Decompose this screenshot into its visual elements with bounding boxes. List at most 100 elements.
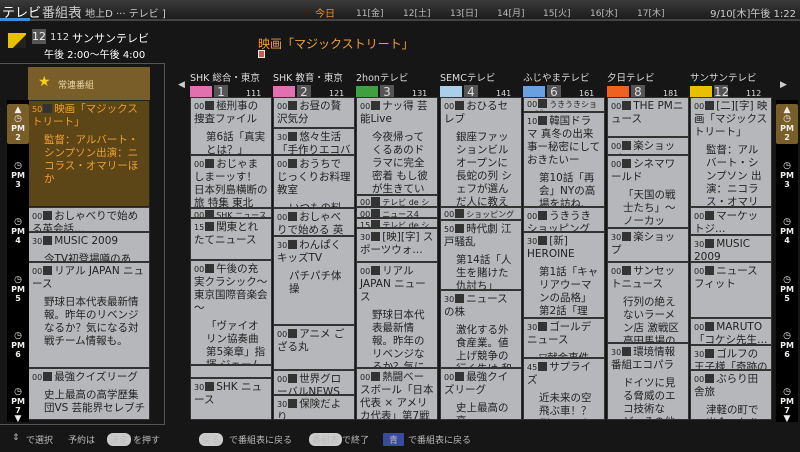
program-cell[interactable]: 00うきうきショッピ… (523, 97, 605, 112)
program-cell[interactable]: 00 熱闘ベースボール「日本代表 × アメリカ代表」第7戦 (356, 368, 438, 420)
program-cell[interactable]: 00 MARUTO「コケシ先生… (690, 318, 772, 345)
channel-name: サンサンテレビ (72, 32, 149, 45)
program-cell[interactable]: 00 アニメ ござる丸 (273, 325, 355, 370)
day-tab[interactable]: 11[金] (356, 6, 383, 19)
program-title: アニメ ござる丸 (277, 328, 345, 353)
program-cell[interactable]: 00シネマワールド「天国の戦士たち」～ノーカット… (607, 155, 689, 228)
channel-name[interactable]: ふじやまテレビ (523, 70, 590, 84)
program-cell[interactable]: 30 SHK ニュース (190, 378, 272, 420)
program-title: SHK ニュース (216, 211, 267, 218)
program-cell[interactable]: 00おうちでじっくりお料理教室いつもの料理… (273, 155, 355, 208)
program-cell[interactable]: 00 お昼の贅沢気分 (273, 97, 355, 128)
day-tab[interactable]: 17[木] (637, 6, 664, 19)
program-cell[interactable]: 30 [映][字] スポーツウォ… (356, 228, 438, 262)
start-minute: 00 (360, 210, 371, 218)
channel-name[interactable]: SHK 総合・東京 (190, 70, 260, 84)
program-description: 銀座ファッションビルオープンに長蛇の列 シェフが選んだ人に教えたくない店ベスト1… (456, 131, 512, 207)
program-cell[interactable]: 30ゴールデニュース▽献金事件の… (523, 318, 605, 358)
program-cell[interactable]: 00ナッ得 芸能Live 今夜帰ってくるあのドラマに完全密着 もし彼が生きていたら… (356, 97, 438, 195)
genre-icon (622, 266, 632, 275)
program-cell[interactable]: 00テレビ de ショッピ… (356, 195, 438, 207)
genre-icon (288, 374, 298, 383)
program-cell[interactable]: 00 SHK ニュース (190, 208, 272, 218)
program-cell[interactable]: 30 MUSIC 2009 今TV初登場噂のあの… (28, 232, 150, 262)
day-tab[interactable]: 13[日] (450, 6, 477, 19)
clock-icon: ◷ (14, 114, 22, 124)
program-cell[interactable]: 00 おしゃべりで始める英会話… (28, 207, 150, 232)
program-cell[interactable]: 00最強クイズリーグ史上最高の高… (440, 368, 522, 420)
program-cell[interactable]: 00サンセットニュース行列の絶えないラーメン店 激戦区高田馬場の名店に密着… (607, 262, 689, 343)
start-minute: 30 (694, 350, 705, 359)
program-cell[interactable]: 00ショッピング Life (440, 207, 522, 220)
program-cell[interactable]: 00 最強クイズリーグ史上最高の高学歴集団VS 芸能界セレブチー… (28, 368, 150, 420)
scroll-right-arrow-icon[interactable]: ▶ (780, 80, 787, 90)
program-cell[interactable]: 00うきうきショッピング ～今日から始めるダ… (523, 207, 605, 232)
program-cell[interactable]: 30 保険だより (273, 395, 355, 420)
start-minute: 00 (611, 160, 622, 169)
program-cell[interactable]: 00 ニュース4 (356, 207, 438, 218)
scroll-left-arrow-icon[interactable]: ◀ (178, 80, 185, 90)
day-tab[interactable]: 15[火] (543, 6, 570, 19)
program-cell[interactable]: 30[新] HEROINE第1話「キャリアウーマンの品格」第2話「理想… (523, 232, 605, 318)
program-cell[interactable]: 00 午後の充実クラシック～東京国際音楽会～ 「ヴァイオリン協奏曲 第5楽章」指揮 … (190, 260, 272, 365)
start-minute: 00 (611, 267, 622, 276)
channel-name[interactable]: SHK 教育・東京 (273, 70, 343, 84)
program-description: 野球日本代表最新情報。昨年のリベンジなるか？気になる対戦チーム情報も。 (372, 309, 425, 368)
program-cell[interactable]: 00 マーケットジ… (690, 207, 772, 235)
program-cell[interactable]: 00 [二][字] 映画「マジックストリート」 監督：アルバート・シンプソン 出演：… (690, 97, 772, 207)
program-cell[interactable]: 00 THE PMニュース (607, 97, 689, 137)
genre-icon (205, 222, 215, 231)
program-cell[interactable]: 00 極刑事の捜査ファイル 第6話「真実とは？」 (190, 97, 272, 155)
genre-icon (538, 116, 548, 125)
scroll-down-arrow-icon[interactable]: ▼ (7, 415, 29, 424)
time-label: ▲ ◷ PM 2 (776, 104, 798, 144)
channel-name[interactable]: SEMCテレビ (440, 70, 495, 84)
day-tab-today[interactable]: 今日 (315, 5, 335, 20)
program-cell[interactable]: 00 ニュースフィット (690, 262, 772, 318)
clock-icon: ◷ (14, 275, 22, 285)
clock-icon: ◷ (14, 387, 22, 397)
time-bar-right: ▲ ◷ PM 2 ◷ PM 3 ◷ PM 4 ◷ PM 5 ◷ PM 6 ◷ PM 7 ▼ (776, 100, 798, 424)
program-cell[interactable]: 30ゴルフの王子様「奇跡の一打」 (690, 345, 772, 370)
time-hour: 6 (784, 350, 790, 359)
program-cell[interactable]: 30悠々生活「手作りエコバック」 (273, 128, 355, 155)
program-cell[interactable]: 30 わんぱくキッズTV パチパチ体操 (273, 236, 355, 325)
program-cell[interactable]: 15 関東とれたてニュース (190, 218, 272, 260)
channel-name[interactable]: 夕日テレビ (607, 70, 655, 84)
clock-icon: ◷ (783, 161, 791, 171)
start-minute: 30 (32, 237, 43, 246)
channel-name[interactable]: 2honテレビ (356, 70, 408, 84)
program-cell[interactable]: 30 楽ショップ (607, 228, 689, 262)
day-tab[interactable]: 12[土] (403, 6, 430, 19)
help-blue: で番組表に戻る (408, 436, 472, 446)
program-cell[interactable]: 00ぶらり田舎旅津軽の町で出会ったあったか… (690, 370, 772, 420)
program-description: 行列の絶えないラーメン店 激戦区高田馬場の名店に密着… (623, 296, 679, 343)
genre-icon (371, 266, 381, 275)
scroll-down-arrow-icon[interactable]: ▼ (776, 415, 798, 424)
time-bar-left: ▲ ◷ PM 2 ◷ PM 3 ◷ PM 4 ◷ PM 5 ◷ PM 6 ◷ PM 7 ▼ (7, 100, 29, 424)
start-minute: 15 (194, 223, 205, 232)
program-cell[interactable]: 30環境情報番組エコパラドイツに見る脅威のエコ技術など、その他ー… (607, 343, 689, 420)
clock-icon: ◷ (783, 387, 791, 397)
program-cell[interactable]: 45サプライズ近未来の空飛ぶ車！？ 例のアノ人に… (523, 358, 605, 420)
time-label: ◷ PM 3 (7, 162, 29, 190)
program-cell[interactable]: 00おしゃべりで始める 英会話… (273, 208, 355, 236)
program-cell[interactable]: 10 韓国ドラマ 真冬の出来事ー秘密にしておきたいー 第10話「再会」NYの高場を訪… (523, 112, 605, 207)
program-cell[interactable]: 00 世界グローバルNEWS (273, 370, 355, 395)
time-label: ◷ PM 4 (776, 218, 798, 246)
program-cell[interactable]: 00 リアル JAPAN ニュース 野球日本代表最新情報。昨年のリベンジなるか？気に… (356, 262, 438, 368)
program-cell[interactable]: 30 MUSIC 2009 (690, 235, 772, 262)
program-cell[interactable]: 50 時代劇 江戸騒乱 第14話「人生を賭けた仇討ち」 (440, 220, 522, 290)
program-cell[interactable]: 30ニュースの株激化する外食産業。値上げ競争の行く先は 和食×洋食フ… (440, 290, 522, 368)
program-cell[interactable]: 50 映画「マジックストリート」 監督：アルバート・シンプソン出演：ニコラス・オマリ… (28, 100, 150, 207)
program-cell[interactable] (190, 365, 272, 378)
program-cell[interactable]: 00楽ショップ (607, 137, 689, 155)
program-cell[interactable]: 00おひるセレブ銀座ファッションビルオープンに長蛇の列 シェフが選んだ人に教えた… (440, 97, 522, 207)
program-cell[interactable]: 15テレビ de ショッピ… (356, 218, 438, 228)
channel-name[interactable]: サンサンテレビ (690, 70, 757, 84)
program-cell[interactable]: 00おじゃましまーッす！ 日本列島横断の旅 特集 東北か… (190, 155, 272, 208)
genre-icon (371, 197, 381, 206)
day-tab[interactable]: 14[月] (497, 6, 524, 19)
day-tab[interactable]: 16[水] (590, 6, 617, 19)
program-cell[interactable]: 00 リアル JAPAN ニュース 野球日本代表最新情報。昨年のリベンジなるか？気に… (28, 262, 150, 368)
